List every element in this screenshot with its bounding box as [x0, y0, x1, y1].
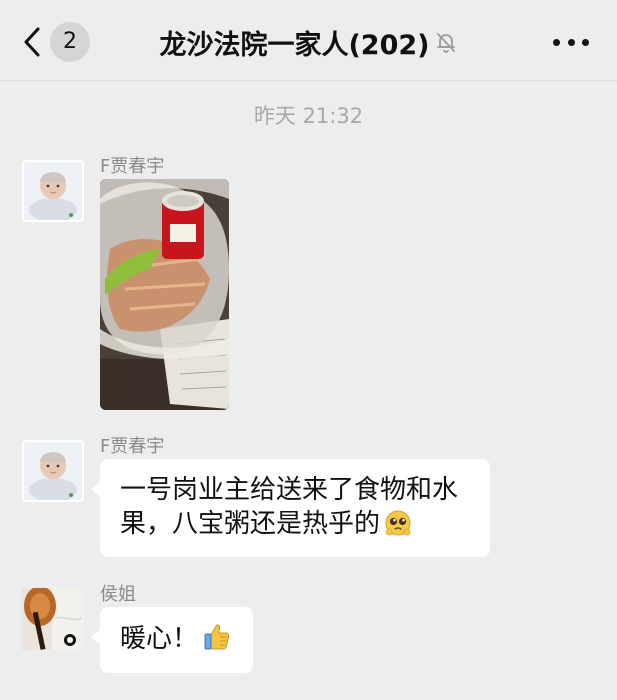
violin-avatar-image — [22, 588, 84, 650]
unread-count-badge: 2 — [50, 22, 90, 62]
baby-avatar-image — [24, 162, 82, 220]
title-area[interactable]: 龙沙法院一家人(202) — [120, 22, 497, 62]
message-text: 暖心！ — [120, 624, 199, 654]
pleading-face-emoji — [385, 510, 411, 536]
chat-header: 2 龙沙法院一家人(202) — [0, 0, 617, 81]
message-photo[interactable] — [100, 179, 229, 410]
message-timestamp: 昨天 21:32 — [253, 104, 364, 128]
dot — [553, 38, 560, 46]
chat-title: 龙沙法院一家人(202) — [159, 29, 430, 61]
dot — [582, 38, 589, 46]
back-button[interactable]: 2 — [22, 22, 102, 62]
sender-name: 侯姐 — [100, 584, 136, 605]
thumbs-up-emoji — [204, 624, 230, 650]
bell-off-icon — [436, 33, 455, 53]
sender-avatar[interactable] — [22, 588, 84, 650]
message-bubble[interactable]: 暖心！ — [91, 607, 253, 673]
more-dots-icon[interactable] — [553, 28, 589, 56]
dot — [567, 38, 575, 46]
baby-avatar-image — [24, 442, 82, 500]
chevron-left-icon — [24, 27, 40, 57]
sender-name: F贾春宇 — [100, 156, 165, 177]
sender-avatar[interactable] — [22, 160, 84, 222]
message-bubble[interactable]: 一号岗业主给送来了食物和水果，八宝粥还是热乎的 — [91, 459, 490, 557]
food-bag-photo — [100, 179, 229, 410]
sender-avatar[interactable] — [22, 440, 84, 502]
sender-name: F贾春宇 — [100, 436, 165, 457]
